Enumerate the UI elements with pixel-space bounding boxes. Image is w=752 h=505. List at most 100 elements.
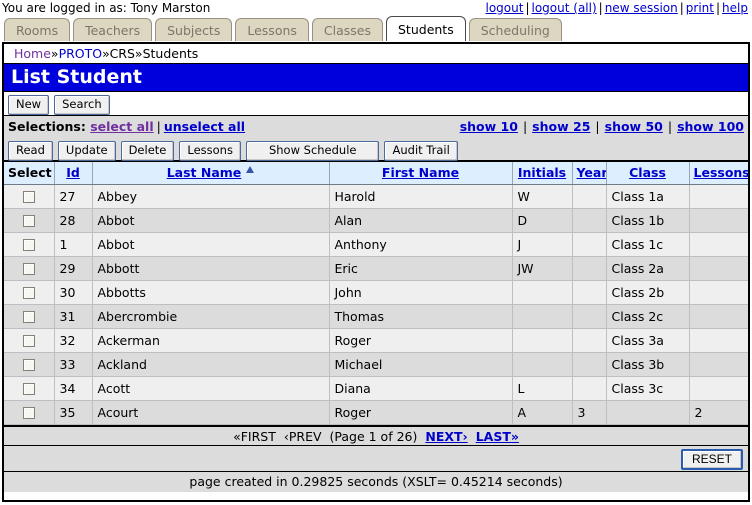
audit-trail-button[interactable]: Audit Trail <box>384 141 457 161</box>
cell-last-name: Ackerman <box>92 328 329 352</box>
tab-subjects[interactable]: Subjects <box>155 18 232 41</box>
row-checkbox[interactable] <box>23 191 35 203</box>
breadcrumb-item-crs: CRS <box>110 46 135 61</box>
sort-link-last-name[interactable]: Last Name <box>167 165 242 180</box>
unselect-all-link[interactable]: unselect all <box>164 119 245 134</box>
table-row: 1AbbotAnthonyJClass 1c <box>4 232 748 256</box>
show-100-link[interactable]: show 100 <box>677 119 744 134</box>
tab-rooms[interactable]: Rooms <box>4 18 70 41</box>
cell-lessons <box>689 328 748 352</box>
row-checkbox[interactable] <box>23 215 35 227</box>
cell-lessons <box>689 376 748 400</box>
update-button[interactable]: Update <box>58 141 116 161</box>
sort-link-initials[interactable]: Initials <box>518 165 566 180</box>
column-header-select: Select <box>4 162 54 184</box>
row-select-cell[interactable] <box>4 256 54 280</box>
row-select-cell[interactable] <box>4 376 54 400</box>
column-header-year[interactable]: Year <box>572 162 606 184</box>
row-checkbox[interactable] <box>23 359 35 371</box>
student-list-table: Select Id Last Name First Name Initials Year C… <box>4 162 748 425</box>
row-select-cell[interactable] <box>4 352 54 376</box>
breadcrumb-item-home[interactable]: Home <box>14 46 51 61</box>
tab-lessons[interactable]: Lessons <box>235 18 309 41</box>
column-header-last-name[interactable]: Last Name <box>92 162 329 184</box>
show-link-separator: | <box>590 119 604 134</box>
pagination-bar: «FIRST‹PREV(Page 1 of 26)NEXT›LAST» <box>4 425 748 446</box>
cell-initials: JW <box>512 256 572 280</box>
table-row: 35AcourtRogerA32 <box>4 400 748 424</box>
cell-id: 32 <box>54 328 92 352</box>
session-link-print[interactable]: print <box>686 1 714 15</box>
session-links: logout|logout (all)|new session|print|he… <box>486 1 749 16</box>
session-link-help[interactable]: help <box>722 1 748 15</box>
sort-link-first-name[interactable]: First Name <box>382 165 459 180</box>
last-page-link[interactable]: LAST» <box>472 429 523 444</box>
sort-link-id[interactable]: Id <box>66 165 80 180</box>
select-all-link[interactable]: select all <box>90 119 153 134</box>
cell-first-name: Michael <box>329 352 512 376</box>
row-select-cell[interactable] <box>4 232 54 256</box>
row-checkbox[interactable] <box>23 239 35 251</box>
lessons-button[interactable]: Lessons <box>179 141 241 161</box>
show-50-link[interactable]: show 50 <box>605 119 663 134</box>
column-header-first-name[interactable]: First Name <box>329 162 512 184</box>
tab-classes[interactable]: Classes <box>312 18 383 41</box>
read-button[interactable]: Read <box>8 141 53 161</box>
cell-class: Class 2a <box>606 256 689 280</box>
show-25-link[interactable]: show 25 <box>532 119 590 134</box>
column-header-initials[interactable]: Initials <box>512 162 572 184</box>
show-10-link[interactable]: show 10 <box>460 119 518 134</box>
tab-students[interactable]: Students <box>386 16 466 41</box>
sort-link-class[interactable]: Class <box>629 165 666 180</box>
row-checkbox[interactable] <box>23 287 35 299</box>
session-link-logout[interactable]: logout <box>486 1 524 15</box>
cell-initials <box>512 352 572 376</box>
cell-last-name: Abbey <box>92 184 329 208</box>
cell-lessons <box>689 256 748 280</box>
cell-id: 29 <box>54 256 92 280</box>
show-link-separator: | <box>518 119 532 134</box>
row-select-cell[interactable] <box>4 208 54 232</box>
reset-button[interactable]: RESET <box>681 449 743 470</box>
cell-class: Class 1c <box>606 232 689 256</box>
column-header-label: Select <box>8 165 52 180</box>
session-link-logout-all[interactable]: logout (all) <box>532 1 597 15</box>
table-body: 27AbbeyHaroldWClass 1a28AbbotAlanDClass … <box>4 184 748 424</box>
row-select-cell[interactable] <box>4 400 54 424</box>
cell-lessons <box>689 280 748 304</box>
sort-link-year[interactable]: Year <box>577 165 607 180</box>
cell-id: 31 <box>54 304 92 328</box>
row-checkbox[interactable] <box>23 263 35 275</box>
tab-scheduling[interactable]: Scheduling <box>469 18 562 41</box>
table-row: 30AbbottsJohnClass 2b <box>4 280 748 304</box>
delete-button[interactable]: Delete <box>121 141 175 161</box>
cell-id: 35 <box>54 400 92 424</box>
tab-strip: RoomsTeachersSubjectsLessonsClassesStude… <box>0 16 752 42</box>
cell-lessons <box>689 232 748 256</box>
row-select-cell[interactable] <box>4 328 54 352</box>
cell-class: Class 2b <box>606 280 689 304</box>
breadcrumb-item-proto[interactable]: PROTO <box>59 46 103 61</box>
row-checkbox[interactable] <box>23 311 35 323</box>
new-button[interactable]: New <box>8 95 49 115</box>
column-header-id[interactable]: Id <box>54 162 92 184</box>
row-select-cell[interactable] <box>4 280 54 304</box>
cell-class: Class 3a <box>606 328 689 352</box>
tab-teachers[interactable]: Teachers <box>73 18 152 41</box>
sort-link-lessons[interactable]: Lessons <box>694 165 749 180</box>
show-schedule-button[interactable]: Show Schedule <box>246 141 380 161</box>
cell-lessons <box>689 304 748 328</box>
row-checkbox[interactable] <box>23 383 35 395</box>
row-checkbox[interactable] <box>23 407 35 419</box>
cell-id: 33 <box>54 352 92 376</box>
row-select-cell[interactable] <box>4 304 54 328</box>
column-header-class[interactable]: Class <box>606 162 689 184</box>
search-button[interactable]: Search <box>54 95 110 115</box>
row-select-cell[interactable] <box>4 184 54 208</box>
cell-lessons <box>689 208 748 232</box>
row-checkbox[interactable] <box>23 335 35 347</box>
cell-initials: D <box>512 208 572 232</box>
session-link-new-session[interactable]: new session <box>605 1 678 15</box>
column-header-lessons[interactable]: Lessons <box>689 162 748 184</box>
next-page-link[interactable]: NEXT› <box>421 429 471 444</box>
